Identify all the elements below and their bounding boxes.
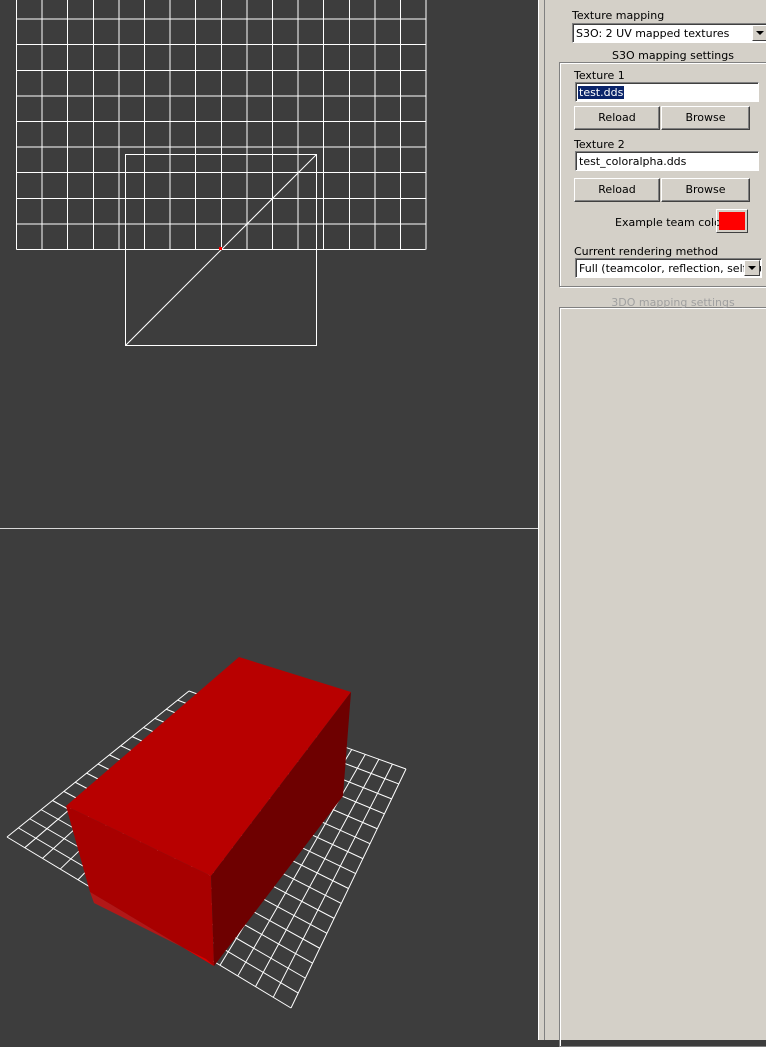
- model-canvas: [6, 657, 407, 1009]
- texture2-reload-button[interactable]: Reload: [574, 178, 660, 202]
- texture-mapping-dropdown[interactable]: S3O: 2 UV mapped textures: [572, 23, 766, 43]
- texture2-label: Texture 2: [574, 138, 625, 151]
- texture2-input[interactable]: test_coloralpha.dds: [575, 151, 759, 171]
- texture1-browse-button[interactable]: Browse: [661, 106, 750, 130]
- panel-splitter[interactable]: [538, 0, 545, 1040]
- uv-grid: [16, 0, 427, 250]
- rendering-method-label: Current rendering method: [574, 245, 719, 258]
- rendering-method-dropdown[interactable]: Full (teamcolor, reflection, self-illumi…: [575, 258, 762, 278]
- texture1-value: test.dds: [578, 86, 625, 99]
- chevron-down-icon[interactable]: [752, 25, 766, 41]
- s3o-group-title: S3O mapping settings: [612, 49, 734, 62]
- 3do-group-title: 3DO mapping settings: [611, 296, 735, 309]
- texture1-input[interactable]: test.dds: [575, 82, 759, 102]
- chevron-down-icon[interactable]: [744, 260, 760, 276]
- texture-mapping-label: Texture mapping: [572, 9, 665, 22]
- texture-settings-panel: Texture mapping S3O: 2 UV mapped texture…: [545, 0, 766, 1047]
- texture2-value: test_coloralpha.dds: [579, 155, 687, 168]
- uv-viewport[interactable]: [0, 0, 538, 527]
- 3do-settings-group: [559, 307, 766, 1047]
- rendering-method-value: Full (teamcolor, reflection, self-illumi…: [579, 262, 761, 275]
- texture1-label: Texture 1: [574, 69, 625, 82]
- team-color-fill: [719, 212, 745, 230]
- model-viewport[interactable]: [0, 531, 538, 1040]
- texture-mapping-value: S3O: 2 UV mapped textures: [576, 27, 730, 40]
- uv-vertex-marker: [219, 247, 222, 250]
- texture1-reload-button[interactable]: Reload: [574, 106, 660, 130]
- texture2-browse-button[interactable]: Browse: [661, 178, 750, 202]
- team-color-label: Example team color:: [615, 216, 729, 229]
- uv-grid-canvas: [16, 0, 427, 346]
- team-color-swatch[interactable]: [716, 209, 748, 233]
